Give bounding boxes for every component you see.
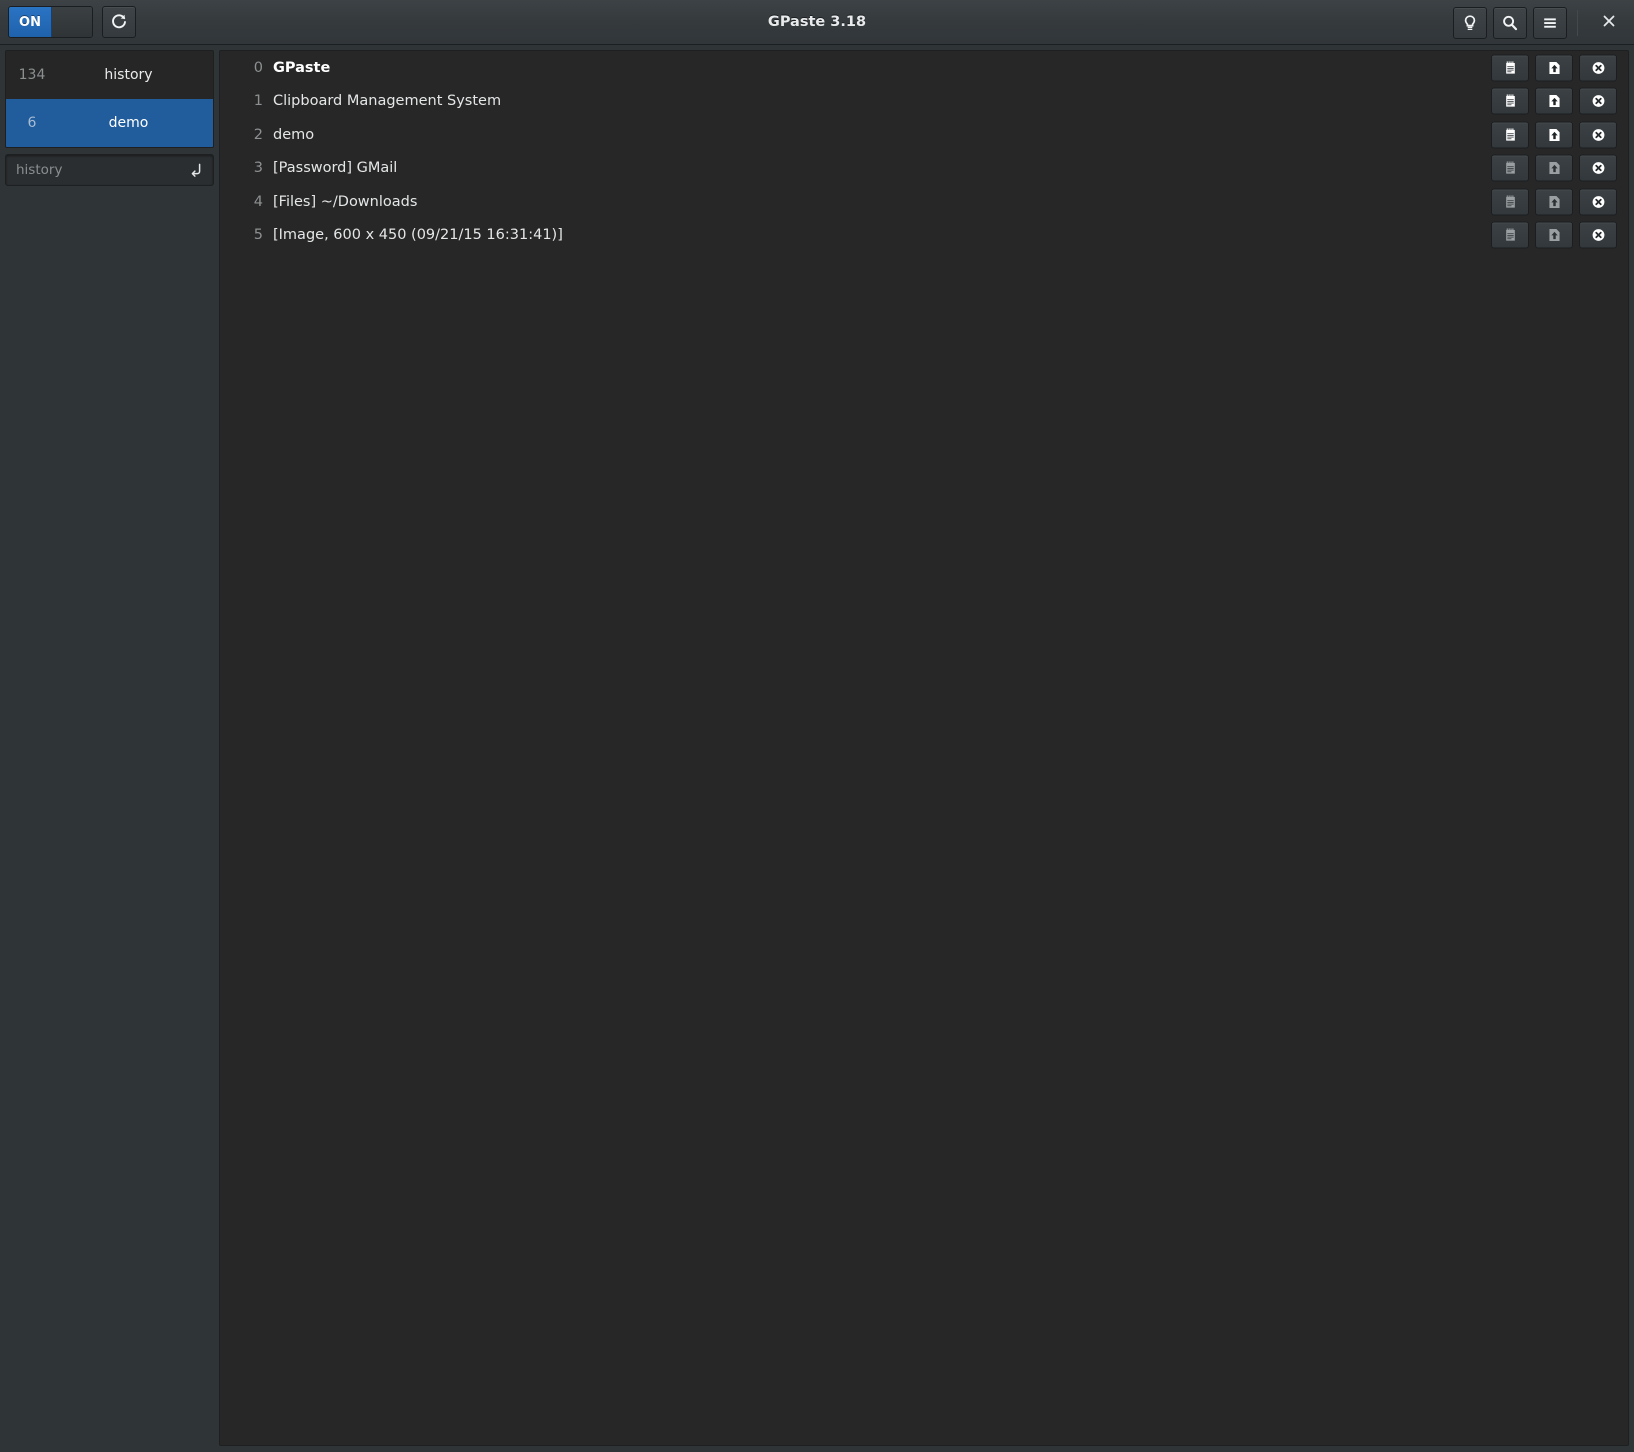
item-index: 0	[247, 60, 263, 76]
tracking-toggle[interactable]: ON	[8, 6, 93, 38]
history-item-count: 6	[6, 115, 58, 131]
upload-arrow-icon	[1547, 228, 1562, 243]
upload-arrow-icon	[1547, 94, 1562, 109]
hamburger-menu-icon	[1541, 14, 1559, 32]
delete-circle-x-icon	[1591, 228, 1606, 243]
item-index: 1	[247, 93, 263, 109]
window-title: GPaste 3.18	[0, 0, 1634, 45]
notepad-edit-icon	[1503, 94, 1518, 109]
tracking-toggle-on-label: ON	[9, 7, 52, 37]
item-label: Clipboard Management System	[273, 93, 1618, 109]
delete-circle-x-icon	[1591, 94, 1606, 109]
table-row[interactable]: 4 [Files] ~/Downloads	[220, 185, 1628, 219]
upload-item-button[interactable]	[1535, 88, 1573, 115]
delete-item-button[interactable]	[1579, 188, 1617, 215]
upload-item-button	[1535, 155, 1573, 182]
table-row[interactable]: 1 Clipboard Management System	[220, 85, 1628, 119]
delete-item-button[interactable]	[1579, 155, 1617, 182]
history-item-name: demo	[58, 115, 213, 131]
upload-item-button	[1535, 188, 1573, 215]
sidebar-item-history[interactable]: 134 history	[6, 51, 213, 99]
enter-return-icon[interactable]	[187, 161, 205, 179]
delete-item-button[interactable]	[1579, 54, 1617, 81]
item-label: [Image, 600 x 450 (09/21/15 16:31:41)]	[273, 227, 1618, 243]
edit-item-button	[1491, 222, 1529, 249]
delete-item-button[interactable]	[1579, 88, 1617, 115]
delete-circle-x-icon	[1591, 127, 1606, 142]
sidebar: 134 history 6 demo	[5, 50, 214, 1446]
history-name-input[interactable]	[16, 162, 187, 178]
refresh-button[interactable]	[102, 6, 136, 38]
item-label: [Files] ~/Downloads	[273, 194, 1618, 210]
tracking-toggle-off-slot	[52, 7, 92, 37]
notepad-edit-icon	[1503, 228, 1518, 243]
row-actions	[1491, 121, 1617, 148]
notepad-edit-icon	[1503, 161, 1518, 176]
delete-circle-x-icon	[1591, 161, 1606, 176]
menu-button[interactable]	[1533, 7, 1567, 39]
sidebar-filler	[5, 186, 214, 1446]
edit-item-button[interactable]	[1491, 54, 1529, 81]
delete-item-button[interactable]	[1579, 121, 1617, 148]
history-item-name: history	[58, 67, 213, 83]
row-actions	[1491, 88, 1617, 115]
lightbulb-icon	[1461, 14, 1479, 32]
history-list: 134 history 6 demo	[5, 50, 214, 148]
notepad-edit-icon	[1503, 194, 1518, 209]
table-row[interactable]: 2 demo	[220, 118, 1628, 152]
table-row[interactable]: 0 GPaste	[220, 51, 1628, 85]
tips-button[interactable]	[1453, 7, 1487, 39]
edit-item-button[interactable]	[1491, 88, 1529, 115]
delete-item-button[interactable]	[1579, 222, 1617, 249]
header-separator	[1577, 10, 1578, 36]
sidebar-item-demo[interactable]: 6 demo	[6, 99, 213, 147]
upload-item-button[interactable]	[1535, 54, 1573, 81]
window-body: 134 history 6 demo	[0, 45, 1634, 1452]
header-bar: ON GPaste 3.18	[0, 0, 1634, 45]
row-actions	[1491, 222, 1617, 249]
refresh-icon	[110, 13, 128, 31]
upload-item-button[interactable]	[1535, 121, 1573, 148]
close-icon	[1601, 13, 1617, 33]
history-item-count: 134	[6, 67, 58, 83]
row-actions	[1491, 188, 1617, 215]
header-right-controls	[1453, 0, 1626, 45]
gpaste-window: ON GPaste 3.18	[0, 0, 1634, 1452]
row-actions	[1491, 155, 1617, 182]
close-window-button[interactable]	[1592, 6, 1626, 40]
item-label: GPaste	[273, 60, 1618, 76]
delete-circle-x-icon	[1591, 194, 1606, 209]
item-label: [Password] GMail	[273, 160, 1618, 176]
edit-item-button	[1491, 188, 1529, 215]
upload-arrow-icon	[1547, 194, 1562, 209]
header-left-controls: ON	[8, 6, 136, 38]
upload-arrow-icon	[1547, 127, 1562, 142]
upload-arrow-icon	[1547, 161, 1562, 176]
edit-item-button[interactable]	[1491, 121, 1529, 148]
upload-item-button	[1535, 222, 1573, 249]
clipboard-item-list: 0 GPaste	[219, 50, 1629, 1446]
history-name-entry[interactable]	[5, 154, 214, 186]
row-actions	[1491, 54, 1617, 81]
upload-arrow-icon	[1547, 60, 1562, 75]
item-index: 5	[247, 227, 263, 243]
search-icon	[1501, 14, 1519, 32]
notepad-edit-icon	[1503, 60, 1518, 75]
search-button[interactable]	[1493, 7, 1527, 39]
table-row[interactable]: 5 [Image, 600 x 450 (09/21/15 16:31:41)]	[220, 219, 1628, 253]
item-index: 4	[247, 194, 263, 210]
delete-circle-x-icon	[1591, 60, 1606, 75]
table-row[interactable]: 3 [Password] GMail	[220, 152, 1628, 186]
item-index: 3	[247, 160, 263, 176]
item-label: demo	[273, 127, 1618, 143]
edit-item-button	[1491, 155, 1529, 182]
notepad-edit-icon	[1503, 127, 1518, 142]
item-index: 2	[247, 127, 263, 143]
